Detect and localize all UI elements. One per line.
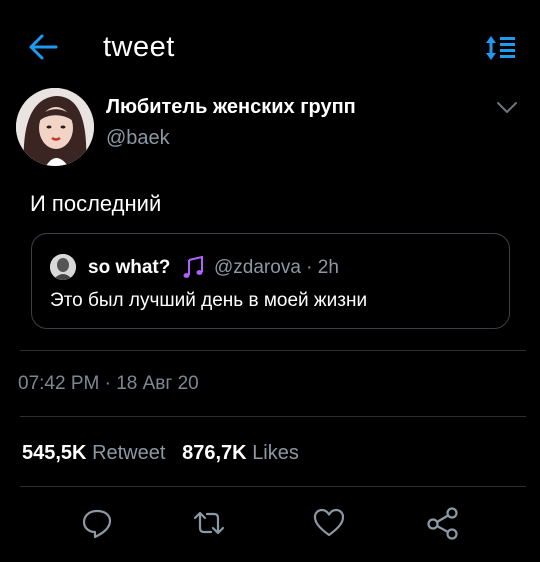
arrow-left-icon bbox=[29, 34, 58, 60]
divider bbox=[20, 416, 526, 417]
author-avatar[interactable] bbox=[16, 88, 94, 166]
share-button[interactable] bbox=[426, 506, 460, 540]
music-notes-icon bbox=[182, 255, 204, 280]
quoted-avatar bbox=[50, 254, 76, 280]
retweet-label[interactable]: Retweet bbox=[92, 442, 165, 464]
heart-icon bbox=[313, 508, 345, 537]
tweet-stats: 545,5K Retweet 876,7K Likes bbox=[22, 441, 299, 465]
quoted-meta: @zdarova · 2h bbox=[214, 257, 339, 278]
quoted-tweet[interactable]: so what? @zdarova · 2h Это был лучший де… bbox=[31, 233, 510, 329]
like-label[interactable]: Likes bbox=[252, 442, 299, 464]
chevron-down-icon bbox=[497, 102, 517, 113]
retweet-count[interactable]: 545,5K bbox=[22, 442, 87, 464]
author-name[interactable]: Любитель женских групп bbox=[106, 95, 356, 119]
retweet-icon bbox=[193, 511, 225, 535]
sort-icon bbox=[486, 36, 515, 60]
like-button[interactable] bbox=[312, 506, 346, 540]
retweet-button[interactable] bbox=[192, 506, 226, 540]
divider bbox=[20, 486, 526, 487]
page-title: tweet bbox=[103, 31, 175, 63]
top-bar: tweet bbox=[0, 0, 540, 96]
tweet-timestamp: 07:42 PM · 18 Авг 20 bbox=[18, 373, 199, 394]
divider bbox=[20, 350, 526, 351]
tweet-text: И последний bbox=[30, 191, 162, 216]
like-count[interactable]: 876,7K bbox=[182, 442, 247, 464]
quoted-text: Это был лучший день в моей жизни bbox=[50, 290, 368, 311]
reply-icon bbox=[82, 509, 112, 539]
sort-button[interactable] bbox=[484, 34, 518, 62]
quoted-author-name: so what? bbox=[88, 257, 171, 278]
back-button[interactable] bbox=[26, 30, 60, 64]
share-icon bbox=[427, 507, 458, 540]
more-options-button[interactable] bbox=[494, 97, 520, 117]
avatar-image bbox=[16, 88, 94, 166]
reply-button[interactable] bbox=[80, 506, 114, 540]
author-handle[interactable]: @baek bbox=[106, 126, 170, 150]
